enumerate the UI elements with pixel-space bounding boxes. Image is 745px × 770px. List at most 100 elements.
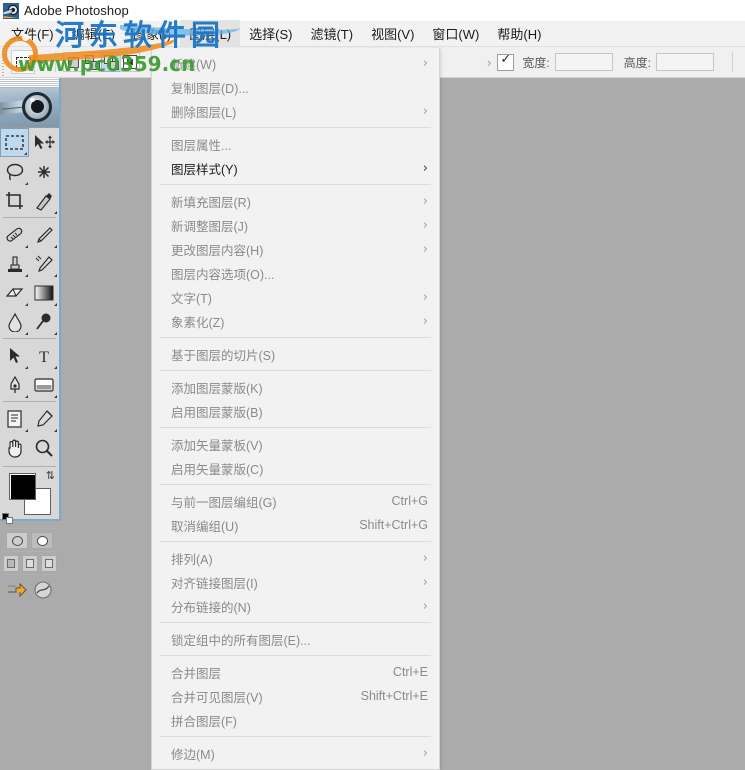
pen-tool[interactable] (0, 370, 29, 399)
blur-tool[interactable] (0, 307, 29, 336)
notes-tool[interactable] (0, 404, 29, 433)
chevron-down-icon[interactable] (35, 50, 48, 74)
height-input[interactable] (656, 53, 714, 71)
menu-item-add-vector-mask[interactable]: 添加矢量蒙板(V) (152, 432, 439, 456)
chevron-right-icon: › (422, 55, 428, 71)
menu-item-duplicate-layer[interactable]: 复制图层(D)... (152, 75, 439, 99)
menu-item-layer-content-options[interactable]: 图层内容选项(O)... (152, 261, 439, 285)
width-input[interactable] (554, 53, 613, 71)
type-tool[interactable]: T (29, 341, 58, 370)
options-overflow-arrow-icon[interactable]: › (487, 56, 491, 69)
menu-item-arrange[interactable]: 排列(A) › (152, 546, 439, 570)
intersect-with-selection-button[interactable] (120, 52, 140, 72)
menu-item-new[interactable]: 新建(W) › (152, 51, 439, 75)
lasso-tool[interactable] (0, 157, 29, 186)
standard-screen-mode-button[interactable] (2, 555, 19, 572)
constrain-proportions-checkbox[interactable] (497, 52, 515, 71)
menu-item-new-layer-based-slice[interactable]: 基于图层的切片(S) (152, 342, 439, 366)
history-brush-tool[interactable] (29, 249, 58, 278)
new-selection-button[interactable] (63, 52, 83, 72)
menu-item-merge-visible[interactable]: 合并可见图层(V) Shift+Ctrl+E (152, 684, 439, 708)
menu-select[interactable]: 选择(S) (240, 20, 301, 47)
menu-item-add-layer-mask[interactable]: 添加图层蒙版(K) (152, 375, 439, 399)
subtract-from-selection-button[interactable] (101, 52, 121, 72)
menu-filter[interactable]: 滤镜(T) (301, 20, 362, 47)
menu-item-distribute-linked[interactable]: 分布链接的(N) › (152, 594, 439, 618)
menu-item-new-adjustment-layer[interactable]: 新调整图层(J) › (152, 213, 439, 237)
menu-item-layer-properties[interactable]: 图层属性... (152, 132, 439, 156)
dodge-tool[interactable] (29, 307, 58, 336)
healing-brush-tool[interactable] (0, 220, 29, 249)
jump-to-imageready-group (0, 580, 59, 603)
chevron-right-icon: › (422, 160, 428, 176)
divider (3, 338, 56, 339)
slice-tool[interactable] (29, 186, 58, 215)
menu-item-lock-all-layers-in-set[interactable]: 锁定组中的所有图层(E)... (152, 627, 439, 651)
rectangular-marquee-tool[interactable] (0, 128, 29, 157)
svg-text:T: T (39, 349, 49, 365)
tools-palette-titlebar[interactable] (0, 78, 59, 88)
menu-item-change-layer-content[interactable]: 更改图层内容(H) › (152, 237, 439, 261)
swap-colors-icon[interactable]: ⇅ (46, 471, 55, 482)
default-colors-icon[interactable] (2, 513, 13, 524)
eraser-tool[interactable] (0, 278, 29, 307)
divider (3, 574, 56, 575)
menu-item-group-with-previous[interactable]: 与前一图层编组(G) Ctrl+G (152, 489, 439, 513)
menu-separator (160, 337, 431, 338)
options-bar-drag-grip[interactable] (0, 46, 7, 78)
marquee-dashes-icon (16, 57, 31, 68)
menu-item-rasterize[interactable]: 象素化(Z) › (152, 309, 439, 333)
rectangular-marquee-icon[interactable] (11, 50, 35, 74)
menu-window[interactable]: 窗口(W) (423, 20, 488, 47)
brush-tool[interactable] (29, 220, 58, 249)
menu-item-merge-layers[interactable]: 合并图层 Ctrl+E (152, 660, 439, 684)
full-screen-with-menubar-button[interactable] (21, 555, 38, 572)
menu-item-new-fill-layer[interactable]: 新填充图层(R) › (152, 189, 439, 213)
menu-item-flatten-image[interactable]: 拼合图层(F) (152, 708, 439, 732)
menu-view[interactable]: 视图(V) (362, 20, 423, 47)
menu-item-delete-layer[interactable]: 删除图层(L) › (152, 99, 439, 123)
hand-tool[interactable] (0, 433, 29, 462)
menu-item-layer-style[interactable]: 图层样式(Y) › (152, 156, 439, 180)
menu-help[interactable]: 帮助(H) (488, 20, 550, 47)
magic-wand-tool[interactable] (29, 157, 58, 186)
tool-grid: T (0, 128, 59, 462)
menu-item-enable-layer-mask[interactable]: 启用图层蒙版(B) (152, 399, 439, 423)
menu-layer[interactable]: 图层(L) (180, 20, 241, 47)
chevron-right-icon: › (422, 598, 428, 614)
path-selection-tool[interactable] (0, 341, 29, 370)
chevron-right-icon: › (422, 193, 428, 209)
menu-separator (160, 370, 431, 371)
imageready-icon[interactable] (33, 580, 53, 603)
menu-item-enable-vector-mask[interactable]: 启用矢量蒙版(C) (152, 456, 439, 480)
width-label: 宽度: (522, 55, 550, 70)
selection-mode-group (63, 52, 140, 72)
gradient-tool[interactable] (29, 278, 58, 307)
full-screen-mode-button[interactable] (40, 555, 57, 572)
crop-tool[interactable] (0, 186, 29, 215)
menu-separator (160, 127, 431, 128)
menu-edit[interactable]: 编辑(E) (63, 20, 124, 47)
standard-mode-button[interactable] (6, 532, 28, 549)
layer-menu-dropdown: 新建(W) › 复制图层(D)... 删除图层(L) › 图层属性... 图层样… (151, 48, 440, 770)
add-to-selection-button[interactable] (82, 52, 102, 72)
screen-mode-group (0, 555, 59, 572)
shape-tool[interactable] (29, 370, 58, 399)
jump-to-imageready-button[interactable] (6, 580, 28, 603)
chevron-right-icon: › (422, 574, 428, 590)
menu-item-align-linked[interactable]: 对齐链接图层(I) › (152, 570, 439, 594)
eyedropper-tool[interactable] (29, 404, 58, 433)
menu-separator (160, 655, 431, 656)
photoshop-eye-logo (0, 88, 59, 128)
foreground-color-swatch[interactable] (9, 473, 36, 500)
menu-item-matting[interactable]: 修边(M) › (152, 741, 439, 765)
quick-mask-mode-button[interactable] (31, 532, 53, 549)
menu-item-type[interactable]: 文字(T) › (152, 285, 439, 309)
move-tool[interactable] (29, 128, 58, 157)
menu-image[interactable]: 图象(I) (124, 20, 180, 47)
menu-file[interactable]: 文件(F) (2, 20, 63, 47)
chevron-right-icon: › (422, 313, 428, 329)
clone-stamp-tool[interactable] (0, 249, 29, 278)
menu-item-ungroup[interactable]: 取消编组(U) Shift+Ctrl+G (152, 513, 439, 537)
zoom-tool[interactable] (29, 433, 58, 462)
